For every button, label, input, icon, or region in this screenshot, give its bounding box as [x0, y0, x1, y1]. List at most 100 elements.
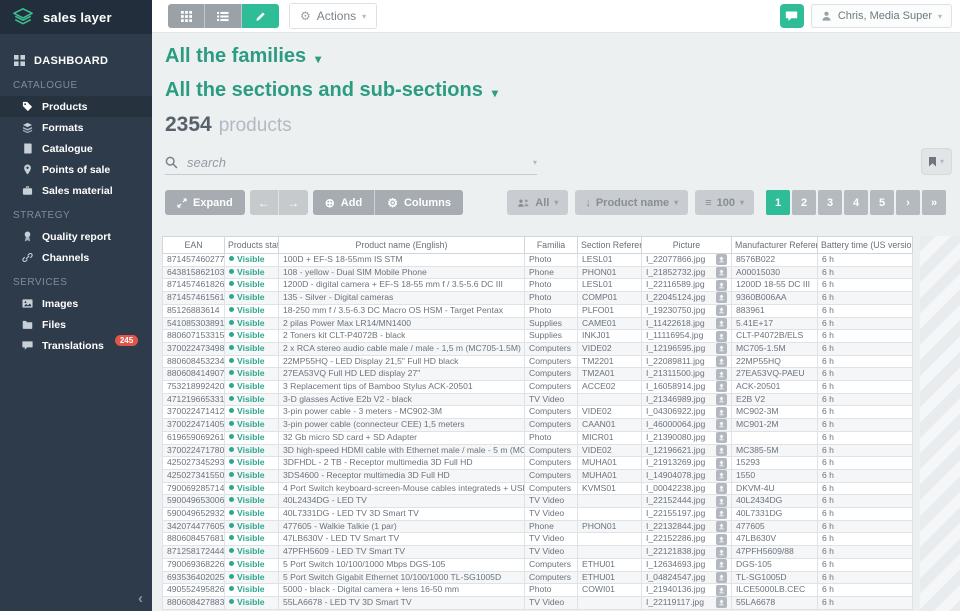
sidebar-item-translations[interactable]: Translations 245	[0, 335, 152, 356]
upload-icon[interactable]	[716, 534, 727, 545]
table-row[interactable]: 4250273452938Visible3DFHDL - 2 TB - Rece…	[163, 457, 913, 470]
upload-icon[interactable]	[716, 292, 727, 303]
logo[interactable]: sales layer	[0, 0, 152, 34]
upload-icon[interactable]	[716, 267, 727, 278]
column-header-section-reference[interactable]: Section Reference	[578, 237, 642, 254]
columns-button[interactable]: ⚙ Columns	[375, 190, 463, 215]
column-header-picture[interactable]: Picture	[642, 237, 732, 254]
page-size-button[interactable]: ≡ 100 ▾	[695, 190, 754, 215]
pagination-page-4[interactable]: 4	[844, 190, 868, 215]
table-row[interactable]: 4712196653316Visible3-D glasses Active E…	[163, 393, 913, 406]
pagination-page-1[interactable]: 1	[766, 190, 790, 215]
sections-filter-heading[interactable]: All the sections and sub-sections ▾	[165, 79, 498, 102]
list-view-button[interactable]	[205, 4, 242, 28]
table-row[interactable]: 790069285714Visible4 Port Switch keyboar…	[163, 482, 913, 495]
upload-icon[interactable]	[716, 483, 727, 494]
sidebar-item-files[interactable]: Files	[0, 314, 152, 335]
pagination-page-3[interactable]: 3	[818, 190, 842, 215]
upload-icon[interactable]	[716, 369, 727, 380]
expand-button[interactable]: Expand	[165, 190, 245, 215]
pagination-next-button[interactable]: ›	[896, 190, 920, 215]
table-row[interactable]: 3700224714055Visible3-pin power cable (c…	[163, 419, 913, 432]
sidebar-collapse-button[interactable]: ‹	[138, 590, 143, 607]
sidebar-item-products[interactable]: Products	[0, 96, 152, 117]
upload-icon[interactable]	[716, 572, 727, 583]
table-row[interactable]: 619659069261Visible32 Gb micro SD card +…	[163, 431, 913, 444]
table-row[interactable]: 8806071533155Visible2 Toners kit CLT-P40…	[163, 330, 913, 343]
upload-icon[interactable]	[716, 559, 727, 570]
edit-view-button[interactable]	[242, 4, 279, 28]
upload-icon[interactable]	[716, 597, 727, 608]
table-row[interactable]: 8712581724443Visible47PFH5609 - LED TV S…	[163, 546, 913, 559]
sort-filter-button[interactable]: ↓ Product name ▾	[575, 190, 688, 215]
table-row[interactable]: 6935364020255Visible5 Port Switch Gigabi…	[163, 571, 913, 584]
upload-icon[interactable]	[716, 432, 727, 443]
table-row[interactable]: 6438158621039Visible108 - yellow - Dual …	[163, 266, 913, 279]
table-row[interactable]: 5410853038917Visible2 pilas Power Max LR…	[163, 317, 913, 330]
table-row[interactable]: 4250273415506Visible3DS4600 - Receptor m…	[163, 469, 913, 482]
pagination-page-2[interactable]: 2	[792, 190, 816, 215]
table-row[interactable]: 753218992420Visible3 Replacement tips of…	[163, 381, 913, 394]
column-header-ean[interactable]: EAN	[163, 237, 225, 254]
forward-button[interactable]: →	[279, 190, 308, 215]
upload-icon[interactable]	[716, 280, 727, 291]
chat-button[interactable]	[780, 4, 804, 28]
upload-icon[interactable]	[716, 470, 727, 481]
column-header-familia[interactable]: Familia	[525, 237, 578, 254]
table-row[interactable]: 8806084576811Visible47LB630V - LED TV Sm…	[163, 533, 913, 546]
upload-icon[interactable]	[716, 254, 727, 265]
upload-icon[interactable]	[716, 343, 727, 354]
table-row[interactable]: 3700224714123Visible3-pin power cable - …	[163, 406, 913, 419]
table-row[interactable]: 85126883614Visible18-250 mm f / 3.5-6.3 …	[163, 304, 913, 317]
scope-filter-button[interactable]: All ▾	[507, 190, 568, 215]
sidebar-item-quality-report[interactable]: Quality report	[0, 226, 152, 247]
upload-icon[interactable]	[716, 496, 727, 507]
table-row[interactable]: 4905524958263Visible5000 - black - Digit…	[163, 584, 913, 597]
sidebar-item-points-of-sale[interactable]: Points of sale	[0, 159, 152, 180]
upload-icon[interactable]	[716, 394, 727, 405]
search-input[interactable]: search ▾	[165, 151, 537, 175]
table-row[interactable]: 8714574618265Visible1200D - digital came…	[163, 279, 913, 292]
pagination-page-5[interactable]: 5	[870, 190, 894, 215]
table-row[interactable]: 5900496530065Visible40L2434DG - LED TVTV…	[163, 495, 913, 508]
upload-icon[interactable]	[716, 445, 727, 456]
upload-icon[interactable]	[716, 305, 727, 316]
upload-icon[interactable]	[716, 585, 727, 596]
table-row[interactable]: 790069368226Visible5 Port Switch 10/100/…	[163, 558, 913, 571]
table-row[interactable]: 3700224717803Visible3D high-speed HDMI c…	[163, 444, 913, 457]
upload-icon[interactable]	[716, 381, 727, 392]
upload-icon[interactable]	[716, 318, 727, 329]
column-header-status[interactable]: Products status	[225, 237, 279, 254]
user-menu-button[interactable]: Chris, Media Super ▾	[811, 4, 952, 28]
sidebar-item-channels[interactable]: Channels	[0, 247, 152, 268]
bookmark-filter-button[interactable]: ▾	[921, 148, 952, 175]
table-row[interactable]: 3420744776059Visible477605 - Walkie Talk…	[163, 520, 913, 533]
upload-icon[interactable]	[716, 508, 727, 519]
grid-view-button[interactable]	[168, 4, 205, 28]
column-header-product-name[interactable]: Product name (English)	[279, 237, 525, 254]
upload-icon[interactable]	[716, 331, 727, 342]
back-button[interactable]: ←	[250, 190, 279, 215]
upload-icon[interactable]	[716, 458, 727, 469]
table-row[interactable]: 8806084278838Visible55LA6678 - LED TV 3D…	[163, 596, 913, 609]
table-row[interactable]: 3700224734985Visible2 x RCA stereo audio…	[163, 342, 913, 355]
upload-icon[interactable]	[716, 521, 727, 532]
upload-icon[interactable]	[716, 547, 727, 558]
upload-icon[interactable]	[716, 419, 727, 430]
upload-icon[interactable]	[716, 356, 727, 367]
sidebar-item-sales-material[interactable]: Sales material	[0, 180, 152, 201]
column-header-battery-time[interactable]: Battery time (US version)	[818, 237, 913, 254]
table-row[interactable]: 8806084149077Visible27EA53VQ Full HD LED…	[163, 368, 913, 381]
column-header-manufacturer-reference[interactable]: Manufacturer Reference	[732, 237, 818, 254]
actions-button[interactable]: ⚙ Actions ▾	[289, 3, 377, 29]
pagination-last-button[interactable]: »	[922, 190, 946, 215]
sidebar-item-formats[interactable]: Formats	[0, 117, 152, 138]
sidebar-item-catalogue[interactable]: Catalogue	[0, 138, 152, 159]
upload-icon[interactable]	[716, 407, 727, 418]
table-row[interactable]: 8714574602776Visible100D + EF-S 18-55mm …	[163, 254, 913, 267]
add-button[interactable]: ⊕ Add	[313, 190, 375, 215]
families-filter-heading[interactable]: All the families ▾	[165, 45, 321, 68]
table-row[interactable]: 5900496529328Visible40L7331DG - LED TV 3…	[163, 508, 913, 521]
table-row[interactable]: 8714574615615Visible135 - Silver - Digit…	[163, 292, 913, 305]
sidebar-item-dashboard[interactable]: DASHBOARD	[0, 50, 152, 71]
